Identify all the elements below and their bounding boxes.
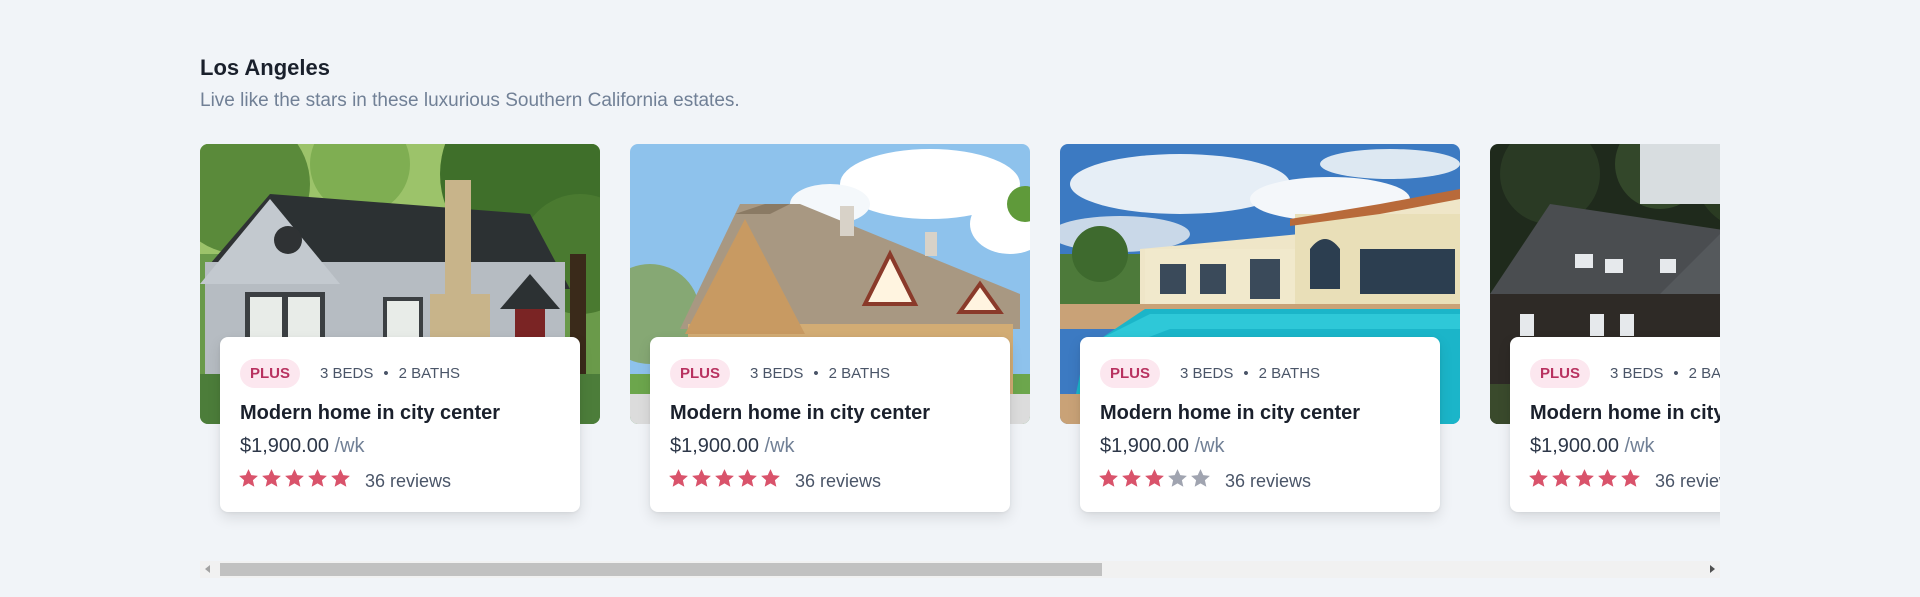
beds-count: 3 BEDS <box>320 364 374 382</box>
meta-separator: • <box>1243 364 1249 382</box>
listing-price: $1,900.00 /wk <box>240 435 365 458</box>
stars-row <box>667 467 782 495</box>
plus-badge: PLUS <box>670 358 731 388</box>
star-filled-icon <box>283 467 306 490</box>
section-subtitle: Live like the stars in these luxurious S… <box>200 90 740 111</box>
baths-count: 2 BATHS <box>828 364 891 382</box>
star-rating: 36 reviews <box>667 467 881 495</box>
listing-card[interactable]: PLUS 3 BEDS • 2 BATHS Modern home in cit… <box>1490 144 1720 524</box>
review-count[interactable]: 36 reviews <box>1655 471 1720 492</box>
listing-price: $1,900.00 /wk <box>670 435 795 458</box>
scroll-right-arrow-icon[interactable] <box>1710 565 1715 573</box>
scroll-left-arrow-icon[interactable] <box>205 565 210 573</box>
price-amount: $1,900.00 <box>240 435 329 457</box>
star-filled-icon <box>1619 467 1642 490</box>
price-unit: /wk <box>334 435 365 457</box>
listing-price: $1,900.00 /wk <box>1530 435 1655 458</box>
review-count[interactable]: 36 reviews <box>1225 471 1311 492</box>
star-filled-icon <box>690 467 713 490</box>
beds-count: 3 BEDS <box>1610 364 1664 382</box>
baths-count: 2 BATHS <box>1258 364 1321 382</box>
stars-row <box>1527 467 1642 495</box>
star-empty-icon <box>1189 467 1212 490</box>
price-amount: $1,900.00 <box>1530 435 1619 457</box>
scrollbar-thumb[interactable] <box>220 563 1102 576</box>
star-filled-icon <box>713 467 736 490</box>
star-filled-icon <box>1550 467 1573 490</box>
star-rating: 36 reviews <box>237 467 451 495</box>
star-filled-icon <box>1120 467 1143 490</box>
listing-info-card[interactable]: PLUS 3 BEDS • 2 BATHS Modern home in cit… <box>1510 337 1720 512</box>
star-filled-icon <box>1527 467 1550 490</box>
listing-card[interactable]: PLUS 3 BEDS • 2 BATHS Modern home in cit… <box>200 144 600 524</box>
listing-card[interactable]: PLUS 3 BEDS • 2 BATHS Modern home in cit… <box>630 144 1030 524</box>
review-count[interactable]: 36 reviews <box>365 471 451 492</box>
listing-meta: PLUS 3 BEDS • 2 BATHS <box>670 358 890 388</box>
listing-section: Los Angeles Live like the stars in these… <box>200 0 1720 597</box>
star-filled-icon <box>1143 467 1166 490</box>
price-amount: $1,900.00 <box>670 435 759 457</box>
star-filled-icon <box>329 467 352 490</box>
star-filled-icon <box>1097 467 1120 490</box>
star-filled-icon <box>667 467 690 490</box>
star-filled-icon <box>260 467 283 490</box>
star-filled-icon <box>736 467 759 490</box>
star-rating: 36 reviews <box>1097 467 1311 495</box>
star-filled-icon <box>759 467 782 490</box>
meta-separator: • <box>1673 364 1679 382</box>
price-unit: /wk <box>764 435 795 457</box>
price-unit: /wk <box>1194 435 1225 457</box>
listing-title[interactable]: Modern home in city center <box>240 402 500 425</box>
star-empty-icon <box>1166 467 1189 490</box>
beds-count: 3 BEDS <box>750 364 804 382</box>
price-amount: $1,900.00 <box>1100 435 1189 457</box>
listing-info-card[interactable]: PLUS 3 BEDS • 2 BATHS Modern home in cit… <box>1080 337 1440 512</box>
plus-badge: PLUS <box>1530 358 1591 388</box>
horizontal-scrollbar[interactable] <box>200 561 1720 578</box>
listing-info-card[interactable]: PLUS 3 BEDS • 2 BATHS Modern home in cit… <box>220 337 580 512</box>
meta-separator: • <box>383 364 389 382</box>
star-rating: 36 reviews <box>1527 467 1720 495</box>
baths-count: 2 BATHS <box>398 364 461 382</box>
plus-badge: PLUS <box>1100 358 1161 388</box>
star-filled-icon <box>306 467 329 490</box>
beds-count: 3 BEDS <box>1180 364 1234 382</box>
plus-badge: PLUS <box>240 358 301 388</box>
price-unit: /wk <box>1624 435 1655 457</box>
listing-card[interactable]: PLUS 3 BEDS • 2 BATHS Modern home in cit… <box>1060 144 1460 524</box>
stars-row <box>1097 467 1212 495</box>
star-filled-icon <box>237 467 260 490</box>
star-filled-icon <box>1573 467 1596 490</box>
listing-price: $1,900.00 /wk <box>1100 435 1225 458</box>
listing-meta: PLUS 3 BEDS • 2 BATHS <box>1530 358 1720 388</box>
star-filled-icon <box>1596 467 1619 490</box>
listing-title[interactable]: Modern home in city center <box>1100 402 1360 425</box>
listing-info-card[interactable]: PLUS 3 BEDS • 2 BATHS Modern home in cit… <box>650 337 1010 512</box>
listing-meta: PLUS 3 BEDS • 2 BATHS <box>1100 358 1320 388</box>
review-count[interactable]: 36 reviews <box>795 471 881 492</box>
carousel-viewport[interactable]: PLUS 3 BEDS • 2 BATHS Modern home in cit… <box>200 144 1720 539</box>
section-title: Los Angeles <box>200 55 330 80</box>
listing-title[interactable]: Modern home in city center <box>1530 402 1720 425</box>
meta-separator: • <box>813 364 819 382</box>
listing-meta: PLUS 3 BEDS • 2 BATHS <box>240 358 460 388</box>
baths-count: 2 BATHS <box>1688 364 1720 382</box>
stars-row <box>237 467 352 495</box>
listing-title[interactable]: Modern home in city center <box>670 402 930 425</box>
